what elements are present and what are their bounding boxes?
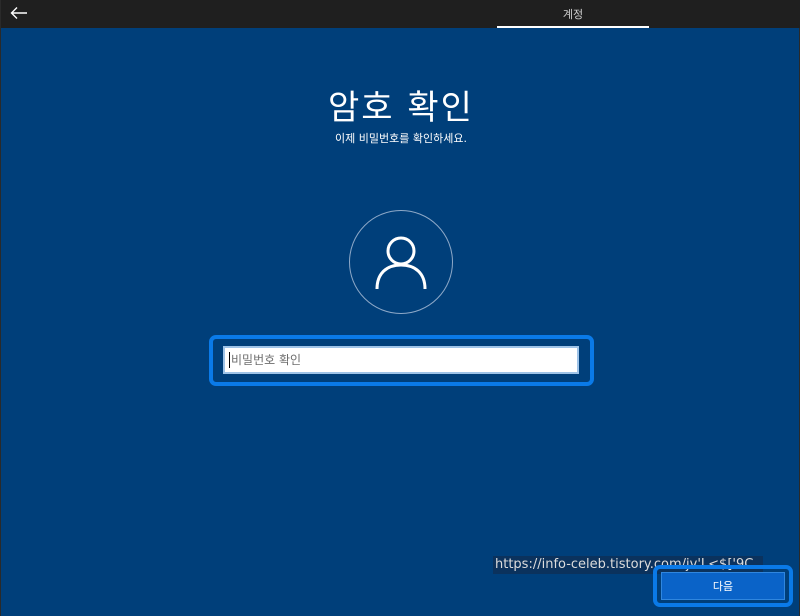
top-bar: 계정 — [1, 0, 800, 28]
arrow-left-icon — [10, 7, 27, 19]
text-caret — [229, 352, 230, 368]
page-title: 암호 확인 — [328, 88, 474, 128]
page-subtitle: 이제 비밀번호를 확인하세요. — [335, 132, 467, 145]
user-icon — [375, 236, 427, 290]
tab-account[interactable]: 계정 — [497, 0, 649, 28]
setup-window: 계정 암호 확인 이제 비밀번호를 확인하세요. https://info-ce… — [0, 0, 800, 616]
avatar — [349, 210, 453, 314]
next-button[interactable]: 다음 — [661, 572, 785, 600]
confirm-password-input[interactable] — [223, 346, 579, 374]
tab-active-indicator — [497, 26, 649, 28]
back-button[interactable] — [7, 2, 31, 24]
